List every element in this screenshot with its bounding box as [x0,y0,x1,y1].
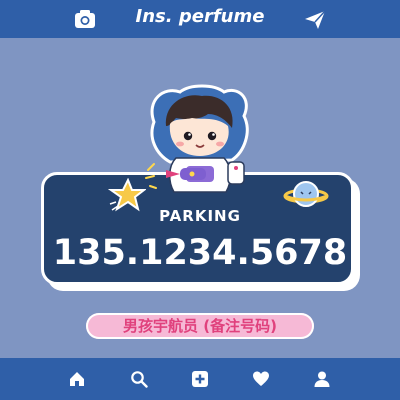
search-icon[interactable] [130,370,148,388]
parking-label: PARKING [159,207,241,225]
add-icon[interactable] [191,370,209,388]
profile-icon[interactable] [313,370,331,388]
heart-icon[interactable] [252,370,270,388]
product-tag-text: 男孩宇航员 (备注号码) [123,317,277,335]
astronaut-illustration [145,84,249,193]
send-icon[interactable] [304,10,326,30]
home-icon[interactable] [68,370,86,388]
top-bar: Ins. perfume [0,0,400,38]
app-title: Ins. perfume [135,6,265,27]
bottom-nav [0,358,400,400]
phone-number: 135.1234.5678 [52,233,348,273]
